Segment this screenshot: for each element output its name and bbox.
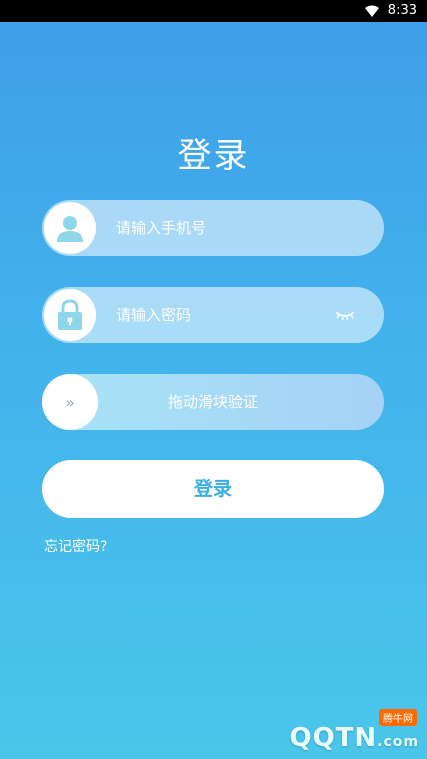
status-bar: 8:33 [0, 0, 427, 22]
status-time: 8:33 [387, 3, 417, 18]
double-chevron-right-icon: » [65, 392, 75, 412]
user-icon [44, 202, 96, 254]
wifi-icon [365, 5, 379, 17]
lock-icon [44, 289, 96, 341]
watermark-main: QQTN [289, 723, 378, 753]
password-input-placeholder: 请输入密码 [116, 306, 192, 324]
eye-closed-icon[interactable] [334, 307, 356, 323]
forgot-password-link[interactable]: 忘记密码? [44, 536, 107, 556]
watermark-logo: 腾牛网 QQTN.com [249, 709, 419, 753]
watermark-suffix: .com [377, 734, 419, 750]
page-title: 登录 [177, 136, 250, 176]
password-field[interactable]: 请输入密码 [42, 287, 384, 343]
login-button[interactable]: 登录 [42, 460, 384, 518]
slide-verify[interactable]: 拖动滑块验证 » [42, 374, 384, 430]
phone-field[interactable]: 请输入手机号 [42, 200, 384, 256]
phone-input-placeholder: 请输入手机号 [116, 219, 207, 237]
slide-verify-handle[interactable]: » [42, 374, 98, 430]
watermark-text: QQTN.com [289, 723, 419, 753]
